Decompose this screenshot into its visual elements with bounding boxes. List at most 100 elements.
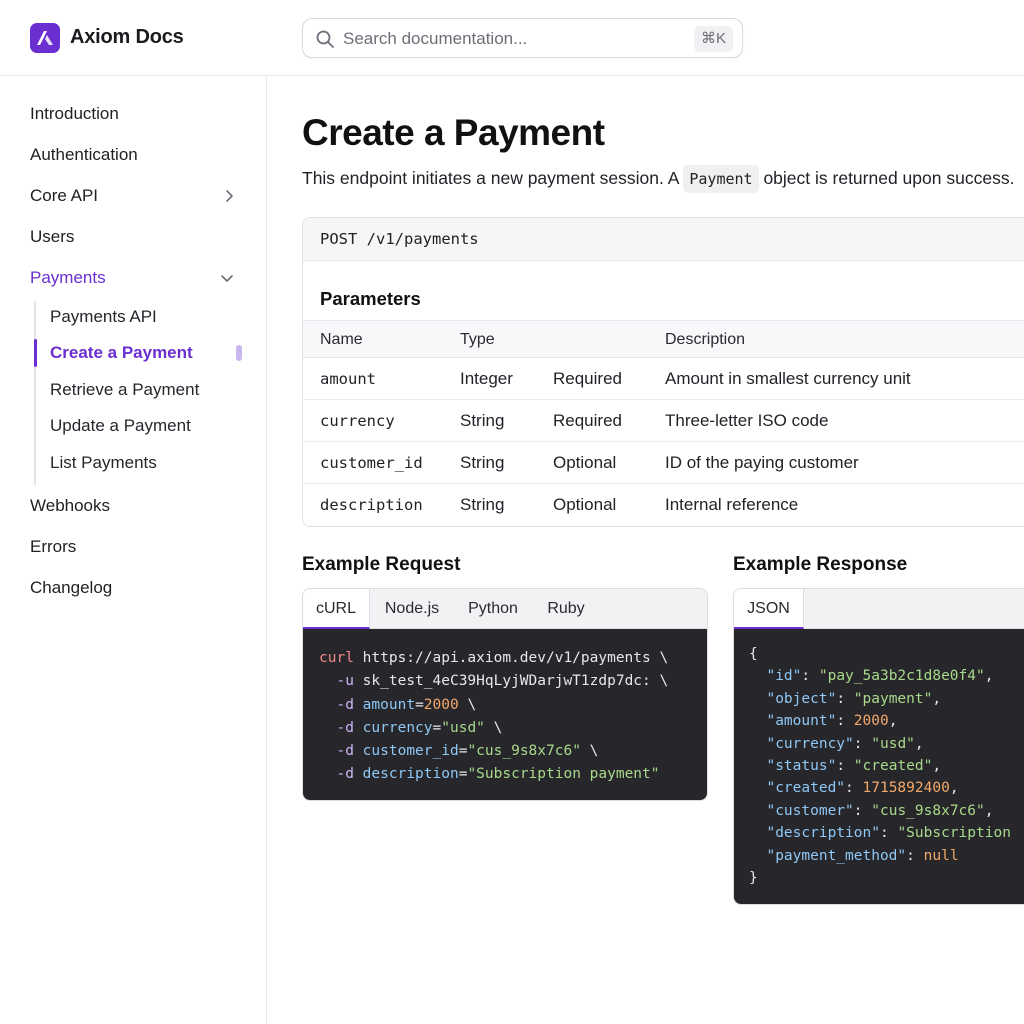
table-row: currency String Required Three-letter IS… [303, 400, 1024, 442]
json-key: "status" [766, 758, 837, 775]
sidebar-item-label: Webhooks [30, 496, 111, 515]
sidebar-item-label: Changelog [30, 578, 113, 597]
sidebar-item-label: Errors [30, 537, 77, 556]
sidebar-item-errors[interactable]: Errors [30, 535, 240, 559]
code-api-key: sk_test_4eC39HqLyjWDarjwT1zdp7dc: \ [362, 673, 669, 690]
subnav-active-indicator [34, 339, 37, 367]
chevron-right-icon[interactable] [222, 189, 236, 203]
sidebar-scrollbar-thumb[interactable] [236, 345, 242, 361]
sidebar-item-payments[interactable]: Payments [30, 266, 240, 290]
request-code: curl https://api.axiom.dev/v1/payments \… [319, 650, 669, 783]
code-flag: -d [336, 743, 354, 760]
parameters-heading: Parameters [320, 288, 421, 309]
param-type: Integer [460, 369, 513, 388]
tab-json[interactable]: JSON [734, 589, 804, 629]
example-response-card: JSON { "id": "pay_5a3b2c1d8e0f4", "objec… [733, 588, 1024, 905]
code-key: description [362, 766, 459, 783]
json-value: "pay_5a3b2c1d8e0f4" [818, 668, 985, 685]
sidebar-subitem-create-payment[interactable]: Create a Payment [50, 341, 193, 365]
endpoint-card: POST /v1/payments Parameters Name Type D… [302, 217, 1024, 527]
table-row: amount Integer Required Amount in smalle… [303, 358, 1024, 400]
code-flag: -d [336, 696, 354, 713]
param-type: String [460, 411, 505, 430]
axiom-logo[interactable] [30, 23, 60, 53]
param-name: customer_id [320, 454, 423, 472]
param-name: amount [320, 370, 376, 388]
code-url: https://api.axiom.dev/v1/payments \ [362, 650, 669, 666]
code-brace: { [749, 646, 758, 662]
sidebar-item-label: Payments [30, 268, 106, 287]
code-key: customer_id [362, 743, 459, 760]
code-key: currency [362, 719, 433, 736]
code-flag: -u [336, 673, 354, 690]
tab-nodejs[interactable]: Node.js [373, 589, 451, 629]
response-code-block[interactable]: { "id": "pay_5a3b2c1d8e0f4", "object": "… [734, 629, 1024, 904]
column-header-description: Description [665, 331, 746, 348]
sidebar-item-label: Introduction [30, 104, 119, 123]
code-value: 2000 [423, 696, 459, 713]
sidebar-item-introduction[interactable]: Introduction [30, 102, 240, 126]
code-value: "cus_9s8x7c6" [467, 743, 581, 760]
json-key: "customer" [766, 802, 854, 819]
code-flag: -d [336, 719, 354, 736]
param-type: String [460, 453, 505, 472]
table-row: description String Optional Internal ref… [303, 484, 1024, 526]
endpoint-path: POST /v1/payments [320, 230, 479, 248]
sidebar-item-users[interactable]: Users [30, 225, 240, 249]
json-value: 1715892400 [862, 780, 950, 797]
param-description: ID of the paying customer [665, 453, 859, 472]
code-flag: -d [336, 766, 354, 783]
sidebar-nav: Introduction Authentication Core API Use… [0, 77, 267, 1024]
sidebar-item-authentication[interactable]: Authentication [30, 143, 240, 167]
column-header-type: Type [460, 331, 495, 348]
table-row: customer_id String Optional ID of the pa… [303, 442, 1024, 484]
sidebar-item-label: Core API [30, 186, 99, 205]
param-description: Amount in smallest currency unit [665, 369, 911, 388]
inline-code: Payment [683, 165, 759, 193]
json-key: "currency" [766, 735, 854, 752]
sidebar-item-label: Users [30, 227, 75, 246]
param-requirement: Optional [553, 495, 617, 514]
sidebar-subitem-payments-api[interactable]: Payments API [50, 305, 157, 329]
sidebar-subitem-update-payment[interactable]: Update a Payment [50, 414, 191, 438]
sidebar-subitem-list-payments[interactable]: List Payments [50, 451, 157, 475]
endpoint-header: POST /v1/payments [303, 218, 1024, 261]
json-value: "created" [853, 758, 933, 775]
param-requirement: Required [553, 369, 622, 388]
page-description: This endpoint initiates a new payment se… [302, 165, 1014, 193]
sidebar-subitem-retrieve-payment[interactable]: Retrieve a Payment [50, 378, 199, 402]
parameters-table-header: Name Type Description [303, 320, 1024, 358]
param-type: String [460, 495, 505, 514]
top-header: Axiom Docs Search documentation... ⌘K [0, 0, 1024, 76]
param-description: Three-letter ISO code [665, 411, 829, 430]
json-value: "payment" [853, 690, 933, 707]
chevron-down-icon[interactable] [220, 271, 234, 285]
sidebar-item-label: Authentication [30, 145, 138, 164]
sidebar-item-changelog[interactable]: Changelog [30, 576, 240, 600]
param-description: Internal reference [665, 495, 799, 514]
sidebar-item-webhooks[interactable]: Webhooks [30, 494, 240, 518]
tab-python[interactable]: Python [455, 589, 531, 629]
search-input[interactable]: Search documentation... ⌘K [302, 18, 743, 58]
param-name: description [320, 496, 423, 514]
request-code-block[interactable]: curl https://api.axiom.dev/v1/payments \… [303, 629, 707, 800]
search-placeholder: Search documentation... [343, 29, 528, 48]
sidebar-item-core-api[interactable]: Core API [30, 184, 240, 208]
tab-ruby[interactable]: Ruby [535, 589, 597, 629]
tab-curl[interactable]: cURL [303, 589, 370, 629]
param-requirement: Optional [553, 453, 617, 472]
json-value: null [923, 847, 959, 864]
code-brace: } [749, 870, 758, 887]
brand-name[interactable]: Axiom Docs [70, 26, 184, 49]
param-requirement: Required [553, 411, 622, 430]
json-key: "payment_method" [766, 847, 907, 864]
param-name: currency [320, 412, 395, 430]
search-icon [316, 30, 334, 48]
response-code: { "id": "pay_5a3b2c1d8e0f4", "object": "… [749, 646, 1011, 887]
json-value: "usd" [871, 735, 915, 752]
code-command: curl [319, 650, 354, 666]
column-header-name: Name [320, 331, 363, 348]
response-tabs: JSON [734, 589, 1024, 629]
code-key: amount [362, 696, 416, 713]
json-value: 2000 [853, 713, 889, 730]
